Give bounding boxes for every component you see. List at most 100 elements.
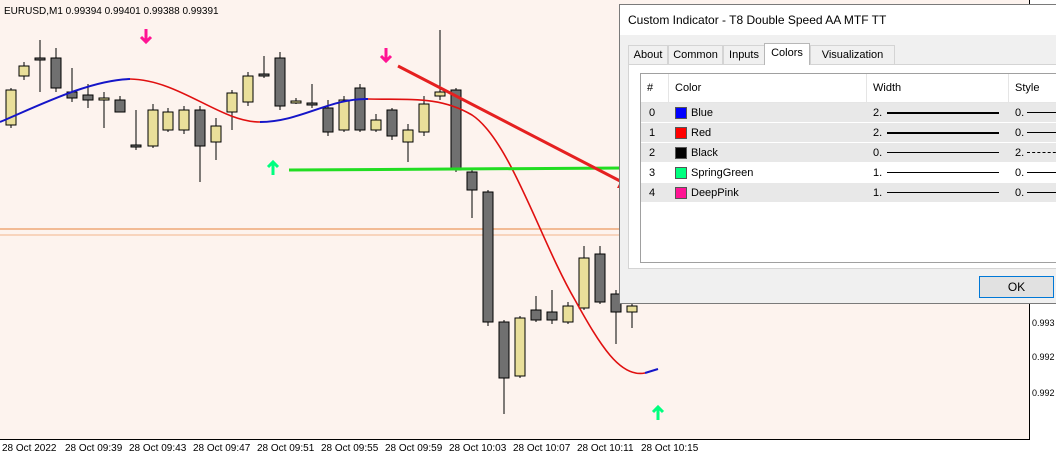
color-swatch[interactable] [675,107,687,119]
tab-visualization[interactable]: Visualization [810,45,895,64]
time-axis-label: 28 Oct 09:59 [385,443,443,454]
tab-colors[interactable]: Colors [764,43,810,65]
candle-body [210,125,222,143]
style-value[interactable]: 0. [1015,123,1024,143]
time-axis-label: 28 Oct 09:51 [257,443,315,454]
color-name: Red [691,127,712,139]
row-index: 1 [649,127,656,139]
candle-body [114,99,126,113]
candle-body [274,57,286,107]
time-axis-label: 28 Oct 09:43 [129,443,187,454]
candle-body [530,309,542,321]
style-value[interactable]: 0. [1015,103,1024,123]
row-index: 3 [649,167,656,179]
width-value[interactable]: 2. [873,123,882,143]
candle-body [434,91,446,97]
column-header-index[interactable]: # [641,74,669,102]
candle-body [226,92,238,113]
candle-body [98,97,110,101]
candle-body [370,119,382,131]
time-axis-label: 28 Oct 09:55 [321,443,379,454]
tab-inputs[interactable]: Inputs [723,45,765,64]
candle-body [242,75,254,103]
candle-body [450,89,462,171]
color-swatch[interactable] [675,167,687,179]
arrow-up-icon [651,404,665,420]
style-line-sample [1027,152,1056,153]
style-line-sample [1027,192,1056,193]
candle-body [418,103,430,133]
candle-body [178,109,190,131]
column-header-width[interactable]: Width [867,74,1009,102]
column-header-color[interactable]: Color [669,74,867,102]
candle-body [50,57,62,89]
candle-body [258,73,270,77]
annotation-green-arrow [288,166,625,172]
style-value[interactable]: 0. [1015,183,1024,203]
color-swatch[interactable] [675,187,687,199]
candle-body [194,109,206,147]
style-line-sample [1027,172,1056,173]
width-value[interactable]: 1. [873,183,882,203]
candle-body [466,171,478,191]
candle-body [386,109,398,137]
candle-body [322,107,334,133]
candle-body [162,111,174,131]
custom-indicator-dialog[interactable]: Custom Indicator - T8 Double Speed AA MT… [619,4,1056,304]
width-value[interactable]: 2. [873,103,882,123]
time-axis-label: 28 Oct 10:11 [577,443,634,454]
color-name: Black [691,147,718,159]
list-header: # Color Width Style [641,74,1056,103]
indicator-line-blue [644,368,659,374]
color-name: SpringGreen [691,167,754,179]
color-row[interactable]: 1 Red 2. 0. [641,123,1056,143]
width-line-sample [887,112,999,114]
column-header-style[interactable]: Style [1009,74,1056,102]
color-swatch[interactable] [675,127,687,139]
width-line-sample [887,192,999,193]
candle-body [482,191,494,323]
ok-button[interactable]: OK [979,276,1054,298]
colors-tab-panel: # Color Width Style 0 Blue 2. 0. 1 Red 2. 0. 2 Bl… [628,64,1056,269]
candle-body [338,99,350,131]
color-swatch[interactable] [675,147,687,159]
symbol-info: EURUSD,M1 0.99394 0.99401 0.99388 0.9939… [4,6,219,17]
color-row[interactable]: 0 Blue 2. 0. [641,103,1056,123]
width-line-sample [887,152,999,153]
row-index: 2 [649,147,656,159]
style-line-sample [1027,132,1056,133]
width-value[interactable]: 0. [873,143,882,163]
style-value[interactable]: 2. [1015,143,1024,163]
width-line-sample [887,172,999,173]
colors-list[interactable]: # Color Width Style 0 Blue 2. 0. 1 Red 2. 0. 2 Bl… [640,73,1056,263]
price-axis-label: 0.992 [1032,352,1055,362]
color-row[interactable]: 3 SpringGreen 1. 0. [641,163,1056,183]
arrow-down-icon [139,29,153,45]
candle-body [498,321,510,379]
candle-body [626,305,638,313]
candles-group [5,30,638,414]
color-row[interactable]: 2 Black 0. 2. [641,143,1056,163]
candle-body [514,317,526,377]
candle-body [306,102,318,106]
candle-body [354,87,366,131]
time-axis-label: 28 Oct 10:07 [513,443,571,454]
style-line-sample [1027,112,1056,113]
candle-body [34,57,46,61]
width-value[interactable]: 1. [873,163,882,183]
candle-body [578,257,590,309]
candle-body [546,311,558,321]
style-value[interactable]: 0. [1015,163,1024,183]
color-row[interactable]: 4 DeepPink 1. 0. [641,183,1056,203]
time-axis-label: 28 Oct 10:15 [641,443,699,454]
row-index: 4 [649,187,656,199]
candle-body [594,253,606,303]
price-axis-label: 0.993 [1032,318,1055,328]
candle-body [562,305,574,323]
time-axis-label: 28 Oct 10:03 [449,443,507,454]
tab-about[interactable]: About [628,45,668,64]
time-axis-label: 28 Oct 09:39 [65,443,123,454]
dialog-title: Custom Indicator - T8 Double Speed AA MT… [620,5,1056,35]
tab-common[interactable]: Common [668,45,723,64]
price-axis-label: 0.992 [1032,388,1055,398]
